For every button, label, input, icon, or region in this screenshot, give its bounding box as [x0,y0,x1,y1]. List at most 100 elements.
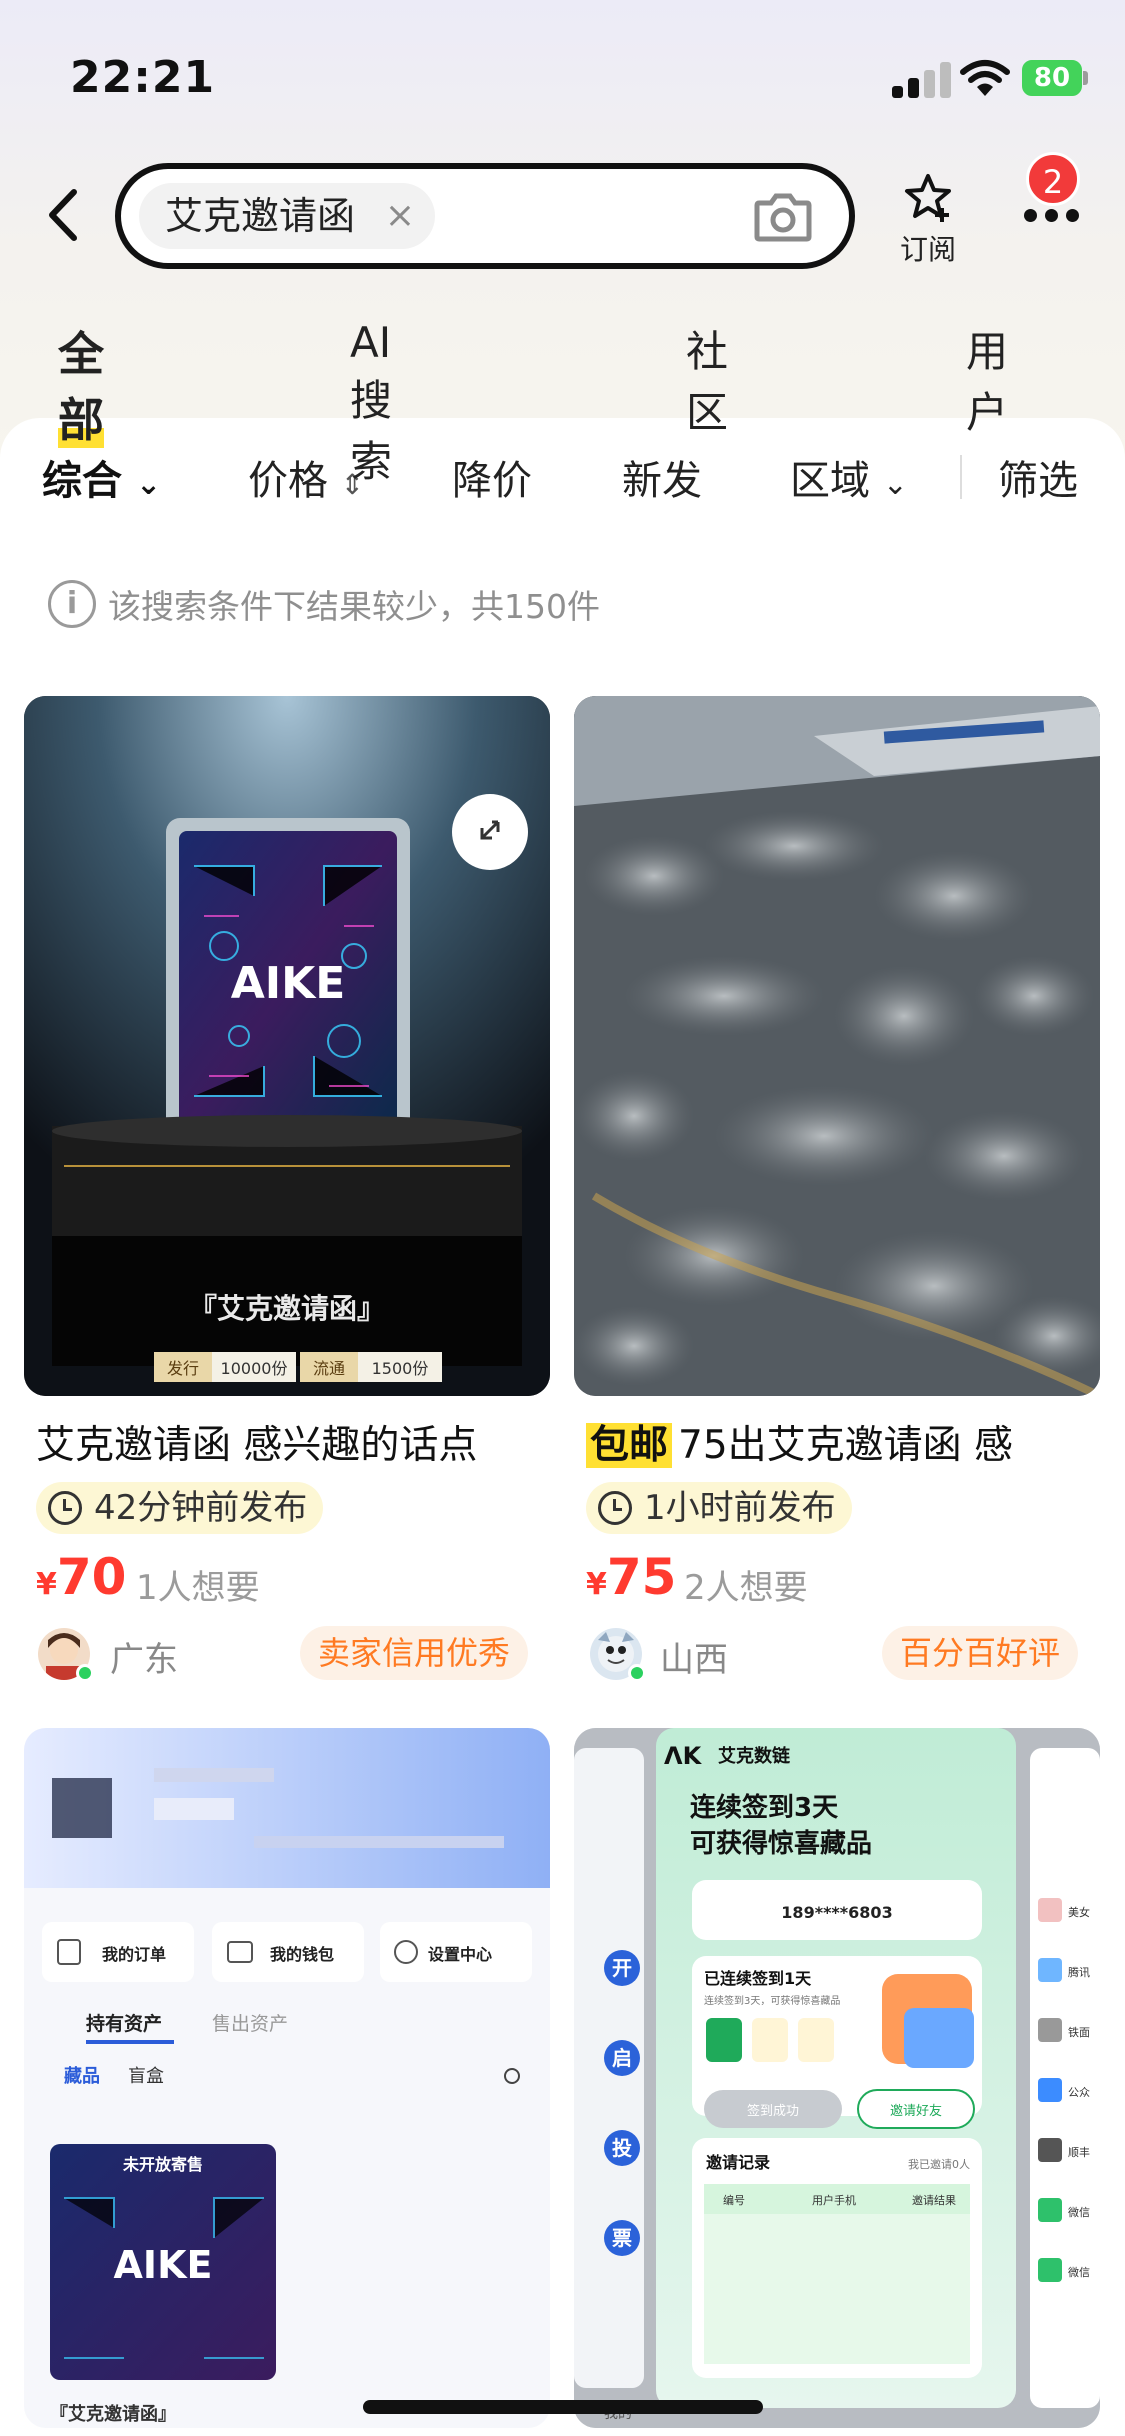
svg-text:设置中心: 设置中心 [428,1945,492,1964]
collapse-icon[interactable] [452,794,528,870]
svg-text:189****6803: 189****6803 [781,1903,892,1922]
home-indicator[interactable] [363,2400,763,2414]
tab-ai-search[interactable]: AI 搜索 [350,318,392,489]
svg-text:持有资产: 持有资产 [86,2012,162,2035]
svg-text:开: 开 [612,1956,632,1980]
svg-text:连续签到3天: 连续签到3天 [690,1792,838,1823]
search-query-chip[interactable]: 艾克邀请函 × [139,183,436,249]
svg-text:『艾克邀请函』: 『艾克邀请函』 [50,2403,176,2425]
svg-text:我的钱包: 我的钱包 [270,1945,334,1964]
app-screenshot: 开 启 投 票 我的 ΛK 艾克数链 连续签到3天 可获得惊喜藏品 189***… [574,1728,1100,2428]
cellular-signal-icon [892,62,952,98]
svg-text:AIKE: AIKE [114,2243,213,2287]
product-image[interactable]: AIKE 『艾克邀请函』 发行 10000份 流通 1500份 [24,696,550,1396]
clock-icon [598,1491,632,1525]
aike-logo: AIKE [231,958,346,1009]
svg-text:公众: 公众 [1068,2086,1090,2099]
svg-text:启: 启 [612,2046,632,2070]
status-time: 22:21 [70,52,216,103]
svg-text:未开放寄售: 未开放寄售 [122,2155,203,2174]
online-indicator [76,1664,94,1682]
asphalt-photo [574,696,1100,1396]
publish-time: 1小时前发布 [586,1482,852,1534]
battery-level: 80 [1033,63,1071,93]
filter-price[interactable]: 价格 ⇕ [248,448,364,506]
wants-count: 2人想要 [684,1568,808,1608]
filter-screen[interactable]: 筛选 [998,448,1078,506]
price-value: 75 [606,1548,677,1606]
wifi-icon [960,60,1010,96]
currency-symbol: ¥ [586,1567,607,1602]
battery-tip [1083,71,1088,85]
product-price: ¥70 [36,1548,126,1606]
svg-text:邀请结果: 邀请结果 [912,2193,956,2207]
filter-price-label: 价格 [248,458,328,504]
chevron-down-icon: ⌄ [882,467,908,502]
svg-text:我的订单: 我的订单 [102,1945,166,1964]
svg-text:艾克数链: 艾克数链 [718,1745,791,1767]
image-caption: 『艾克邀请函』 [189,1292,385,1325]
svg-text:我已邀请0人: 我已邀请0人 [908,2157,970,2171]
price-value: 70 [56,1548,127,1606]
svg-text:铁面: 铁面 [1068,2026,1090,2039]
product-image[interactable]: 开 启 投 票 我的 ΛK 艾克数链 连续签到3天 可获得惊喜藏品 189***… [574,1728,1100,2428]
clock-icon [48,1491,82,1525]
seller-region: 山西 [660,1640,728,1680]
filter-comprehensive-label: 综合 [42,458,122,504]
svg-text:1500份: 1500份 [372,1359,429,1378]
notification-badge: 2 [1026,152,1080,206]
publish-time: 42分钟前发布 [36,1482,324,1534]
tab-all[interactable]: 全部 [58,318,104,450]
svg-text:藏品: 藏品 [64,2066,100,2087]
search-input[interactable]: 艾克邀请函 × [115,163,855,269]
filter-region-label: 区域 [790,458,870,504]
filter-divider [960,455,962,499]
svg-text:美女: 美女 [1068,1905,1090,1919]
svg-text:可获得惊喜藏品: 可获得惊喜藏品 [690,1829,872,1859]
chevron-down-icon: ⌄ [135,467,162,502]
currency-symbol: ¥ [36,1567,57,1602]
subscribe-label: 订阅 [899,233,956,266]
svg-text:邀请记录: 邀请记录 [706,2153,770,2172]
camera-icon[interactable] [753,191,813,243]
back-arrow-icon[interactable] [40,180,90,250]
wants-count: 1人想要 [136,1568,260,1608]
svg-text:票: 票 [612,2226,632,2250]
svg-text:10000份: 10000份 [221,1359,288,1378]
free-shipping-tag: 包邮 [586,1423,673,1468]
svg-text:腾讯: 腾讯 [1068,1965,1090,1979]
svg-text:邀请好友: 邀请好友 [890,2103,942,2119]
clear-query-icon[interactable]: × [385,183,415,249]
star-plus-icon [905,174,951,222]
svg-text:顺丰: 顺丰 [1068,2146,1090,2159]
svg-text:盲盒: 盲盒 [128,2066,164,2087]
seller-rating-badge: 百分百好评 [882,1626,1079,1680]
svg-text:微信: 微信 [1068,2205,1090,2219]
result-notice-text: 该搜索条件下结果较少，共150件 [108,587,600,626]
result-notice: i 该搜索条件下结果较少，共150件 [48,580,600,628]
svg-text:投: 投 [612,2136,632,2160]
svg-text:售出资产: 售出资产 [212,2013,288,2035]
svg-text:已连续签到1天: 已连续签到1天 [704,1969,812,1988]
svg-text:连续签到3天，可获得惊喜藏品: 连续签到3天，可获得惊喜藏品 [704,1994,840,2007]
product-image[interactable]: 我的订单 我的钱包 设置中心 持有资产 售出资产 藏品 盲盒 未开放寄售 AIK… [24,1728,550,2428]
battery-icon: 80 [1022,60,1082,96]
info-icon: i [48,580,96,628]
product-image[interactable] [574,696,1100,1396]
tab-users[interactable]: 用户 [966,318,1008,440]
filter-price-drop[interactable]: 降价 [452,448,532,506]
seller-credit-badge: 卖家信用优秀 [300,1626,529,1680]
filter-comprehensive[interactable]: 综合 ⌄ [42,448,161,506]
seller-region: 广东 [110,1640,178,1680]
product-title[interactable]: 包邮 75出艾克邀请函 感 [586,1414,1096,1470]
filter-region[interactable]: 区域 ⌄ [790,448,908,506]
filter-new[interactable]: 新发 [622,448,702,506]
subscribe-button[interactable]: 订阅 [893,172,963,268]
svg-text:微信: 微信 [1068,2265,1090,2279]
search-query-text: 艾克邀请函 [165,194,356,238]
product-title[interactable]: 艾克邀请函 感兴趣的话点 [36,1414,536,1470]
app-screenshot: 我的订单 我的钱包 设置中心 持有资产 售出资产 藏品 盲盒 未开放寄售 AIK… [24,1728,550,2428]
tab-community[interactable]: 社区 [686,318,728,440]
svg-text:ΛK: ΛK [664,1742,703,1770]
publish-time-text: 42分钟前发布 [94,1488,308,1528]
